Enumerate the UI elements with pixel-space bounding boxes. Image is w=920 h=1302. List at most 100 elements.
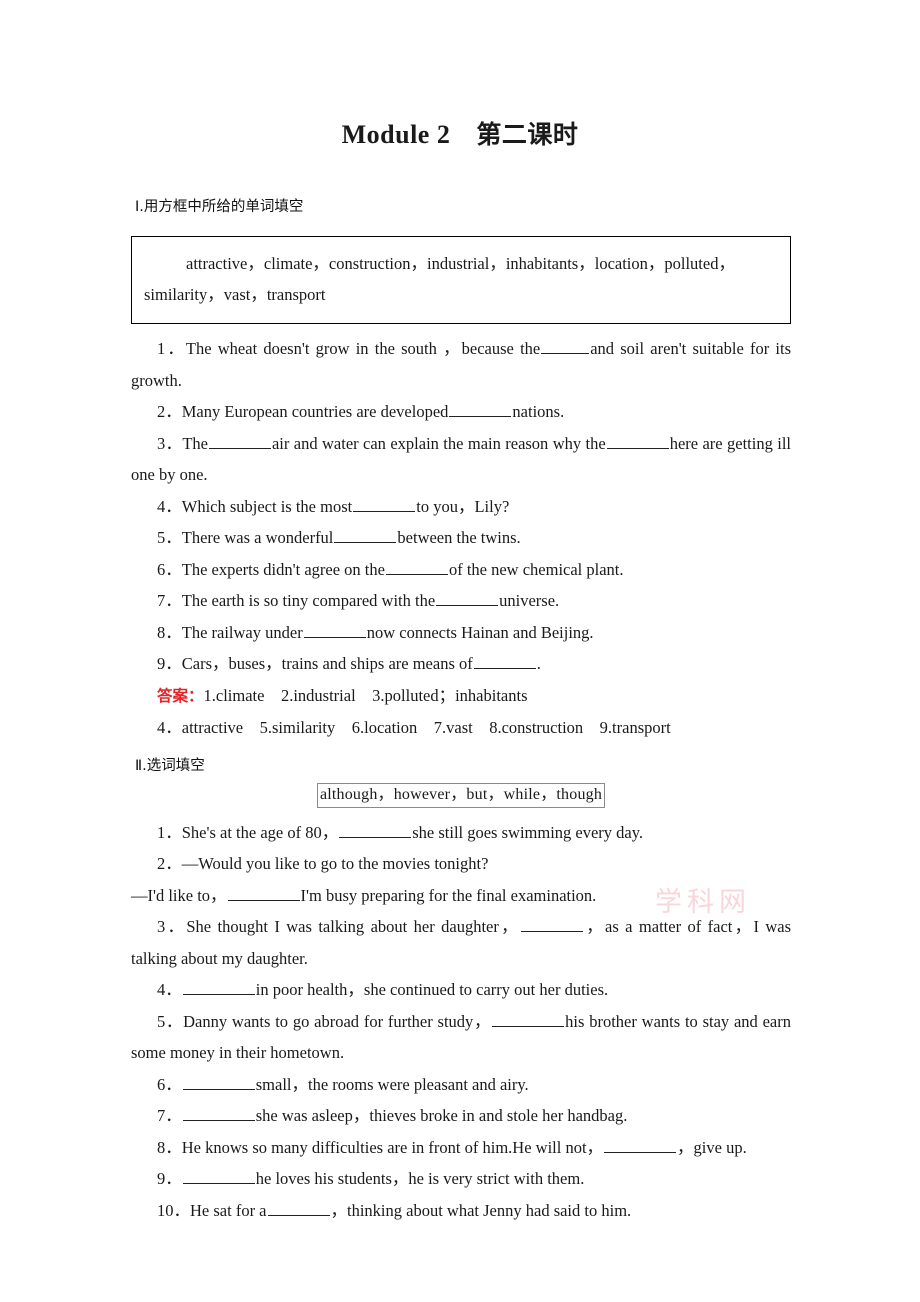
question-text: The earth is so tiny compared with the [181,591,436,610]
worksheet-page: 学科网 Module 2 第二课时 Ⅰ.用方框中所给的单词填空 attractiv… [0,0,920,1302]
section-one-heading: Ⅰ.用方框中所给的单词填空 [135,199,304,215]
question-item: 3．She thought I was talking about her da… [131,911,791,974]
question-text: Many European countries are developed [181,402,449,421]
answer-blank[interactable] [303,623,366,638]
answer-blank[interactable] [339,823,412,838]
question-number: 5． [157,1011,184,1031]
question-item: 1．The wheat doesn't grow in the south ，b… [131,333,791,396]
question-number: 8． [157,622,182,642]
answer-blank[interactable] [473,654,536,669]
answer-key-label: 答案： [157,686,204,705]
question-text-tail: universe. [499,591,560,610]
question-text-tail: ，give up. [677,1137,747,1157]
answer-blank[interactable] [385,560,448,575]
question-text: Danny wants to go abroad for further stu… [183,1011,492,1031]
question-number: 7． [157,591,182,610]
question-number: 5． [157,528,182,547]
answer-blank[interactable] [267,1201,330,1216]
question-text: —I'd like to， [131,885,227,905]
question-item: 9．Cars，buses，trains and ships are means … [131,648,791,680]
question-text: Cars，buses，trains and ships are means of [181,654,473,673]
answer-blank[interactable] [492,1012,565,1027]
question-number: 10． [157,1200,190,1220]
answer-blank[interactable] [182,1075,255,1090]
question-number: 9． [157,654,182,673]
question-number: 7． [157,1106,182,1125]
question-number: 3． [157,433,183,453]
question-item: 8．The railway under now connects Hainan a… [131,617,791,649]
question-item: 2．—Would you like to go to the movies to… [131,848,791,880]
answer-key-text: 4．attractive 5.similarity 6.location 7.v… [157,718,671,737]
question-item: 9． he loves his students，he is very stric… [131,1163,791,1195]
answer-blank[interactable] [449,402,512,417]
question-item: —I'd like to， I'm busy preparing for the … [131,880,791,912]
question-text: She thought I was talking about her daug… [186,917,520,936]
question-number: 4． [157,980,182,999]
question-text: Which subject is the most [181,496,353,516]
question-text-tail: nations. [512,402,565,421]
question-number: 8． [157,1137,182,1157]
question-text-tail: between the twins. [397,528,521,547]
question-text: She's at the age of 80， [181,822,339,842]
question-text: The railway under [181,622,303,642]
section-two-word-bank-wrap: although，however，but，while，though [131,782,791,808]
question-text-tail: small，the rooms were pleasant and airy. [255,1074,529,1094]
question-text-tail: she still goes swimming every day. [412,822,644,842]
answer-blank[interactable] [520,917,583,932]
question-text: He knows so many difficulties are in fro… [181,1137,604,1157]
question-item: 4． in poor health，she continued to carry … [131,974,791,1006]
question-text-tail: ，thinking about what Jenny had said to h… [330,1200,632,1220]
question-text: The experts didn't agree on the [181,559,385,579]
section-one-word-box: attractive，climate，construction，industri… [131,236,791,324]
question-text-tail: to you，Lily? [416,496,510,516]
question-text: —Would you like to go to the movies toni… [181,854,489,873]
answer-blank[interactable] [208,434,271,449]
question-text-tail: he loves his students，he is very strict … [255,1169,585,1188]
answer-blank[interactable] [353,497,416,512]
question-text-tail: . [536,654,541,673]
question-item: 2．Many European countries are developed n… [131,396,791,428]
question-item: 5．Danny wants to go abroad for further s… [131,1006,791,1069]
question-number: 2． [157,854,182,873]
question-item: 10．He sat for a ，thinking about what Jenn… [131,1195,791,1227]
question-number: 1． [157,822,182,842]
answer-blank[interactable] [227,886,300,901]
question-item: 7． she was asleep，thieves broke in and st… [131,1100,791,1132]
answer-blank[interactable] [182,1169,255,1184]
question-number: 2． [157,402,182,421]
section-two-heading: Ⅱ.选词填空 [135,757,205,774]
question-text: There was a wonderful [181,528,334,547]
answer-blank[interactable] [436,591,499,606]
question-item: 1．She's at the age of 80， she still goes … [131,817,791,849]
answer-blank[interactable] [606,434,669,449]
question-item: 5．There was a wonderful between the twins… [131,522,791,554]
answer-blank[interactable] [182,1106,255,1121]
question-item: 8．He knows so many difficulties are in f… [131,1132,791,1164]
question-number: 9． [157,1169,182,1188]
question-text-tail: now connects Hainan and Beijing. [366,622,594,642]
question-item: 6．The experts didn't agree on the of the … [131,554,791,586]
answer-blank[interactable] [604,1138,677,1153]
answer-blank[interactable] [182,980,255,995]
question-item: 7．The earth is so tiny compared with the… [131,585,791,617]
answer-key-text: 1.climate 2.industrial 3.polluted；inhabi… [203,685,528,705]
answer-blank[interactable] [541,339,590,354]
question-text-mid: air and water can explain the main reaso… [271,433,606,453]
page-title-module: Module 2 [341,120,451,149]
question-text: The wheat doesn't grow in the south ，bec… [185,339,541,358]
question-text-tail: I'm busy preparing for the final examina… [300,885,597,905]
answer-key-line: 答案：1.climate 2.industrial 3.polluted；inh… [131,680,791,713]
question-item: 3．The air and water can explain the main … [131,428,791,491]
question-text-tail: of the new chemical plant. [448,559,624,579]
question-text: The [182,433,208,453]
question-item: 4．Which subject is the most to you，Lily? [131,491,791,523]
section-two-word-bank: although，however，but，while，though [316,782,606,808]
question-number: 4． [157,496,182,516]
question-number: 1． [157,339,186,358]
question-number: 6． [157,1074,182,1094]
answer-key-line: 4．attractive 5.similarity 6.location 7.v… [131,712,791,744]
question-item: 6． small，the rooms were pleasant and airy… [131,1069,791,1101]
question-text-tail: in poor health，she continued to carry ou… [255,980,609,999]
answer-blank[interactable] [334,528,397,543]
question-number: 3． [157,917,187,936]
